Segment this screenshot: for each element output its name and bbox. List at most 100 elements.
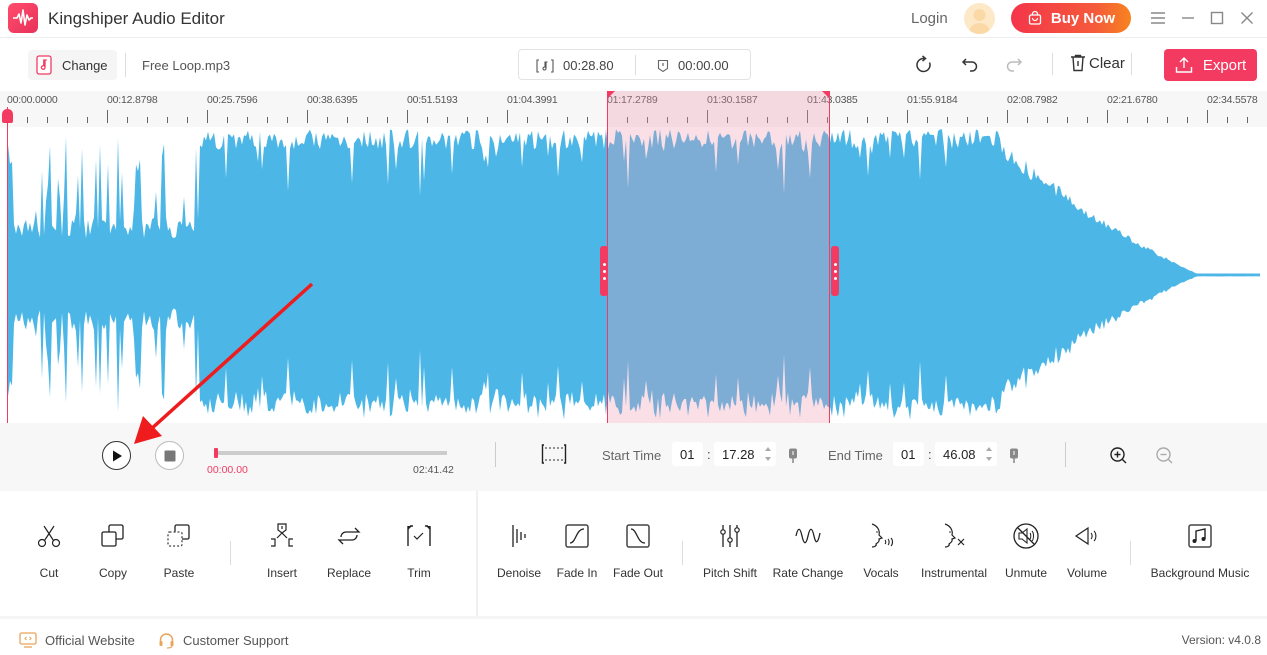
customer-support-label: Customer Support [183,633,289,648]
login-link[interactable]: Login [911,10,948,27]
progress-slider[interactable] [214,448,447,458]
ruler-tick [347,117,348,123]
instrumental-icon [944,523,965,548]
waveform[interactable] [0,127,1267,423]
ruler-tick [847,117,848,123]
vocals-icon [871,523,894,548]
menu-icon[interactable] [1148,8,1168,28]
start-time-label: Start Time [602,448,662,463]
shopping-bag-icon [1028,10,1042,25]
ruler-tick [887,117,888,123]
customer-support-link[interactable]: Customer Support [158,632,289,649]
selection-music-icon [536,58,554,73]
trim-tool[interactable]: Trim [374,521,464,580]
start-time-spinner[interactable] [764,445,772,463]
set-start-pin-icon[interactable] [788,448,798,463]
selection-end-handle[interactable] [831,246,839,296]
ruler-label: 02:21.6780 [1107,94,1158,106]
end-time-label: End Time [828,448,883,463]
ruler-tick [1007,110,1008,123]
ruler-tick [1027,117,1028,123]
ruler-tick [827,117,828,123]
progress-thumb[interactable] [214,448,218,458]
reset-icon[interactable] [913,54,935,76]
ruler-tick [27,117,28,123]
background-music-tool[interactable]: Background Music [1151,521,1249,580]
ruler-tick [967,117,968,123]
end-time-spinner[interactable] [985,445,993,463]
playhead-line [7,107,8,423]
playhead-handle[interactable] [2,109,13,123]
app-title: Kingshiper Audio Editor [48,9,225,28]
maximize-icon[interactable] [1207,8,1227,28]
volume-tool[interactable]: Volume [1042,521,1132,580]
set-end-pin-icon[interactable] [1009,448,1019,463]
buy-now-label: Buy Now [1050,9,1116,27]
insert-label: Insert [266,566,297,580]
waveform-area[interactable] [0,127,1267,423]
pitch-shift-tool[interactable]: Pitch Shift [685,521,775,580]
fade-in-icon [565,524,589,548]
ruler-tick [787,117,788,123]
ruler-tick [1147,117,1148,123]
selection-end-flag[interactable] [822,91,832,101]
ruler-tick [227,117,228,123]
music-note-icon [1188,524,1212,548]
trim-label: Trim [407,566,431,580]
ruler-tick [287,117,288,123]
selection-start-handle[interactable] [600,246,608,296]
end-minutes-input[interactable]: 01 [893,442,924,466]
ruler-tick [1067,117,1068,123]
ruler-tick [807,110,808,123]
export-button[interactable]: Export [1164,49,1257,81]
zoom-out-icon[interactable] [1155,446,1175,471]
timeline-ruler[interactable]: 00:00.0000 00:12.8798 00:25.7596 00:38.6395… [0,91,1267,127]
ruler-tick [1107,110,1108,123]
start-minutes-input[interactable]: 01 [672,442,703,466]
stop-button[interactable] [155,441,184,470]
ruler-tick [207,110,208,123]
undo-icon[interactable] [958,54,980,76]
ruler-tick [367,117,368,123]
official-website-link[interactable]: Official Website [19,632,135,648]
ruler-tick [487,117,488,123]
minimize-icon[interactable] [1178,8,1198,28]
ruler-tick [987,117,988,123]
ruler-tick [527,117,528,123]
denoise-icon [512,525,526,547]
colon: : [928,447,932,462]
stop-icon [164,450,175,461]
clear-label: Clear [1089,54,1125,72]
close-icon[interactable] [1237,8,1257,28]
fade-out-label: Fade Out [612,566,664,580]
selection-start-flag[interactable] [605,91,615,101]
zoom-in-icon[interactable] [1109,446,1129,471]
ruler-tick [1247,117,1248,123]
ruler-tick [947,117,948,123]
avatar[interactable] [964,3,995,34]
version-label: Version: v4.0.8 [1181,633,1261,647]
ruler-tick [647,117,648,123]
divider [1130,541,1131,565]
clear-button[interactable]: Clear [1070,54,1125,72]
file-name: Free Loop.mp3 [142,58,231,73]
paste-icon [167,524,190,547]
select-region-icon[interactable] [541,443,567,470]
fade-out-tool[interactable]: Fade Out [593,521,683,580]
ruler-label: 00:38.6395 [307,94,358,106]
ruler-tick [607,110,608,123]
ruler-tick [747,117,748,123]
paste-tool[interactable]: Paste [134,521,224,580]
play-button[interactable] [102,441,131,470]
buy-now-button[interactable]: Buy Now [1011,3,1131,33]
divider [1052,53,1053,75]
toolbar: Change Free Loop.mp3 00:28.80 00:00.00 C… [0,39,1267,91]
ruler-tick [187,117,188,123]
ruler-tick [447,117,448,123]
redo-icon[interactable] [1004,54,1026,76]
ruler-tick [1127,117,1128,123]
change-file-button[interactable]: Change [28,50,117,80]
copy-icon [101,524,124,547]
ruler-tick [1207,110,1208,123]
divider [495,442,496,467]
